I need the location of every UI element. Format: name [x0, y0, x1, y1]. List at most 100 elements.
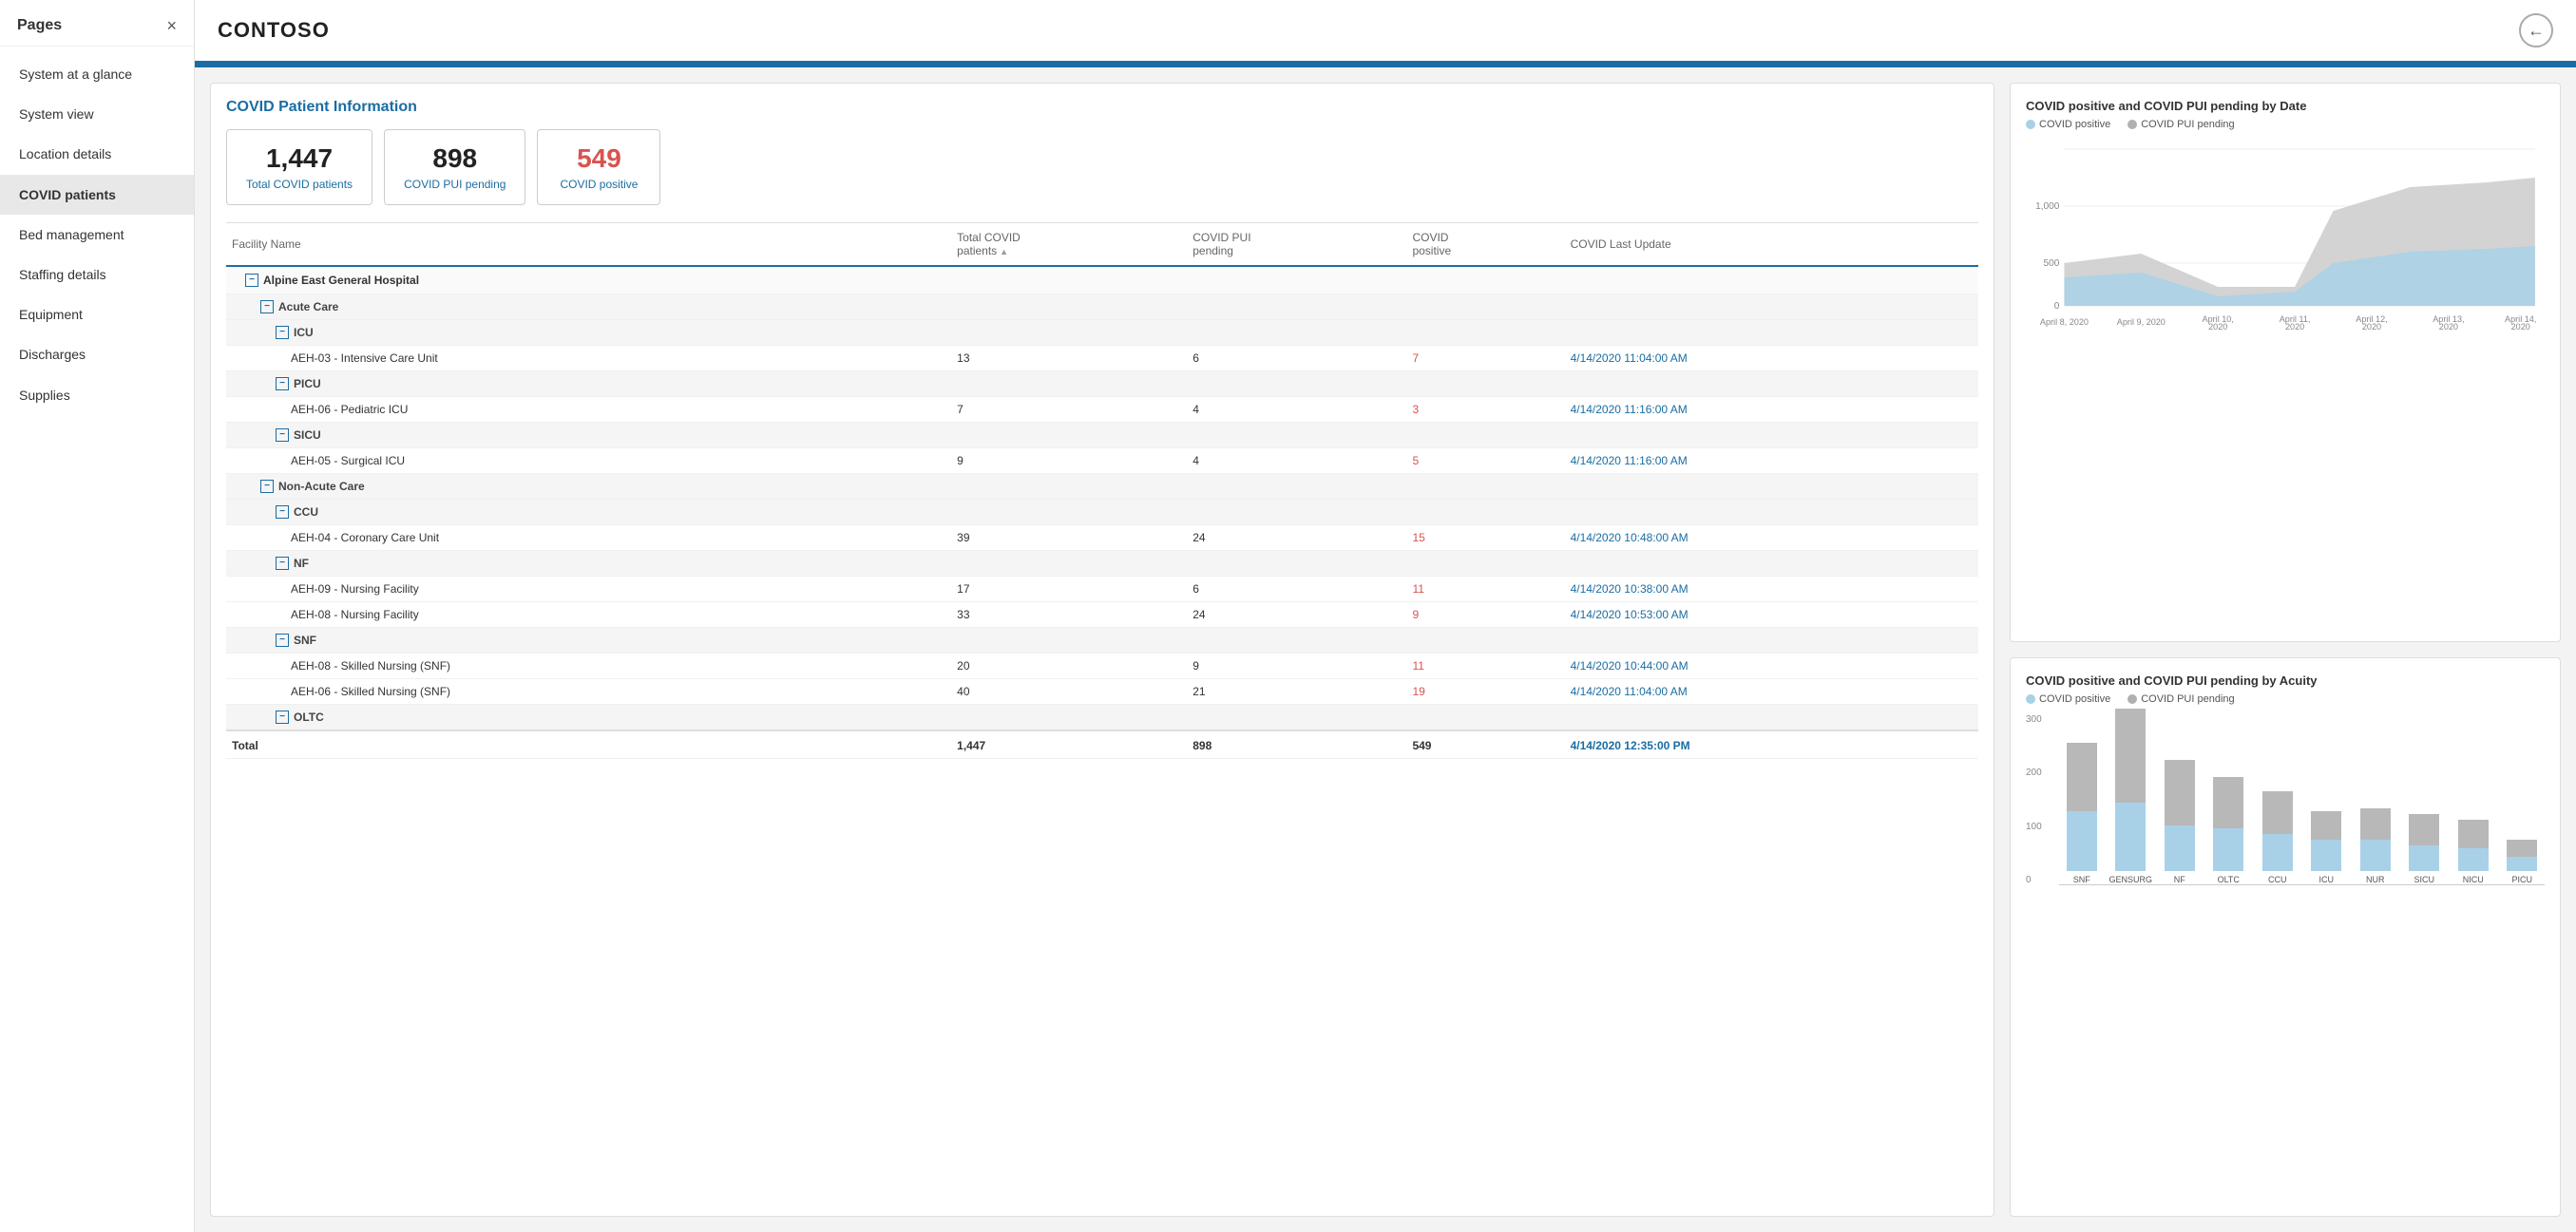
col-positive: COVIDpositive [1406, 223, 1564, 266]
expand-icon[interactable]: − [276, 557, 289, 570]
bar-x-label: SICU [2414, 875, 2434, 884]
expand-icon[interactable]: − [276, 634, 289, 647]
total-label: Total [226, 730, 951, 759]
sidebar-item-covid-patients[interactable]: COVID patients [0, 175, 194, 215]
subgroup2-name: − PICU [226, 371, 1978, 397]
bar-group: NUR [2353, 808, 2398, 884]
stat-pui-number: 898 [404, 143, 506, 174]
col-total-covid: Total COVIDpatients▲ [951, 223, 1187, 266]
bar-x-label: OLTC [2218, 875, 2240, 884]
bar-stack [2409, 814, 2439, 871]
pui-pending: 6 [1187, 346, 1406, 371]
sidebar-item-supplies[interactable]: Supplies [0, 375, 194, 415]
sidebar-close-button[interactable]: × [166, 17, 177, 34]
bar-group: CCU [2255, 791, 2300, 884]
legend-pui-dot [2128, 120, 2137, 129]
section-title: COVID Patient Information [226, 99, 1978, 116]
back-button[interactable]: ← [2519, 13, 2553, 47]
bar-x-label: PICU [2511, 875, 2532, 884]
total-positive: 549 [1406, 730, 1564, 759]
svg-text:April 9, 2020: April 9, 2020 [2117, 317, 2166, 327]
pui-pending: 9 [1187, 654, 1406, 679]
bar-group: ICU [2304, 811, 2350, 884]
svg-text:2020: 2020 [2208, 322, 2227, 330]
pui-pending: 21 [1187, 679, 1406, 705]
bar-chart-title: COVID positive and COVID PUI pending by … [2026, 673, 2545, 688]
sidebar-item-system-glance[interactable]: System at a glance [0, 54, 194, 94]
bar-stack [2360, 808, 2391, 871]
sidebar-item-staffing-details[interactable]: Staffing details [0, 255, 194, 294]
facility-name: AEH-04 - Coronary Care Unit [226, 525, 951, 551]
total-covid: 33 [951, 602, 1187, 628]
area-chart-title: COVID positive and COVID PUI pending by … [2026, 99, 2545, 113]
bar-group: OLTC [2206, 777, 2252, 884]
bar-pui-seg [2360, 808, 2391, 840]
covid-table: Facility Name Total COVIDpatients▲ COVID… [226, 223, 1978, 759]
bar-positive-seg [2115, 803, 2146, 871]
expand-icon[interactable]: − [245, 274, 258, 287]
last-update: 4/14/2020 10:44:00 AM [1565, 654, 1978, 679]
sidebar-nav: System at a glance System view Location … [0, 47, 194, 1232]
table-subgroup-row: − Acute Care [226, 294, 1978, 320]
table-row: AEH-06 - Skilled Nursing (SNF) 40 21 19 … [226, 679, 1978, 705]
bar-pui-seg [2311, 811, 2341, 840]
table-subgroup2-row: − SNF [226, 628, 1978, 654]
facility-name: AEH-08 - Nursing Facility [226, 602, 951, 628]
legend-positive: COVID positive [2026, 119, 2110, 130]
svg-text:0: 0 [2054, 301, 2060, 312]
content-area: COVID Patient Information 1,447 Total CO… [195, 67, 2576, 1232]
expand-icon[interactable]: − [276, 711, 289, 724]
sidebar-item-bed-management[interactable]: Bed management [0, 215, 194, 255]
bar-positive-seg [2067, 811, 2097, 871]
sidebar-item-discharges[interactable]: Discharges [0, 334, 194, 374]
svg-text:2020: 2020 [2511, 322, 2530, 330]
bar-group: SNF [2059, 743, 2105, 884]
bar-chart-legend: COVID positive COVID PUI pending [2026, 693, 2545, 705]
expand-icon[interactable]: − [276, 377, 289, 390]
stat-positive: 549 COVID positive [537, 129, 660, 205]
facility-name: AEH-06 - Skilled Nursing (SNF) [226, 679, 951, 705]
expand-icon[interactable]: − [260, 300, 274, 313]
sidebar-item-equipment[interactable]: Equipment [0, 294, 194, 334]
total-covid: 17 [951, 577, 1187, 602]
legend-pui: COVID PUI pending [2128, 119, 2234, 130]
bar-chart-area: 300 200 100 0 SNF GENSURG NF [2026, 714, 2545, 885]
expand-icon[interactable]: − [260, 480, 274, 493]
svg-text:1,000: 1,000 [2035, 201, 2060, 212]
bar-positive-seg [2311, 840, 2341, 871]
total-covid: 7 [951, 397, 1187, 423]
table-subgroup2-row: − CCU [226, 500, 1978, 525]
expand-icon[interactable]: − [276, 326, 289, 339]
area-chart-svg-wrap: 1,000 500 0 April 8, 2020 April 9, 2020 … [2026, 140, 2545, 330]
covid-table-container[interactable]: Facility Name Total COVIDpatients▲ COVID… [226, 222, 1978, 1201]
bar-pui-seg [2115, 709, 2146, 803]
table-total-row: Total 1,447 898 549 4/14/2020 12:35:00 P… [226, 730, 1978, 759]
expand-icon[interactable]: − [276, 505, 289, 519]
bar-pui-seg [2165, 760, 2195, 825]
bar-x-label: GENSURG [2109, 875, 2152, 884]
expand-icon[interactable]: − [276, 428, 289, 442]
bar-pui-seg [2262, 791, 2293, 834]
pui-pending: 6 [1187, 577, 1406, 602]
legend-pui-label: COVID PUI pending [2141, 119, 2234, 130]
bar-legend-positive-dot [2026, 694, 2035, 704]
y-label-300: 300 [2026, 714, 2042, 725]
area-chart-svg: 1,000 500 0 April 8, 2020 April 9, 2020 … [2026, 140, 2545, 330]
bar-positive-seg [2262, 834, 2293, 871]
facility-name: AEH-08 - Skilled Nursing (SNF) [226, 654, 951, 679]
area-chart-box: COVID positive and COVID PUI pending by … [2010, 83, 2561, 642]
bar-x-label: NICU [2463, 875, 2484, 884]
last-update: 4/14/2020 10:48:00 AM [1565, 525, 1978, 551]
sidebar-item-location-details[interactable]: Location details [0, 134, 194, 174]
stat-positive-label: COVID positive [557, 178, 640, 191]
sidebar-item-system-view[interactable]: System view [0, 94, 194, 134]
last-update: 4/14/2020 11:16:00 AM [1565, 397, 1978, 423]
subgroup-name: − Non-Acute Care [226, 474, 1978, 500]
table-header-row: Facility Name Total COVIDpatients▲ COVID… [226, 223, 1978, 266]
bar-positive-seg [2507, 857, 2537, 871]
left-panel: COVID Patient Information 1,447 Total CO… [210, 83, 1994, 1217]
table-subgroup2-row: − NF [226, 551, 1978, 577]
bar-stack [2115, 709, 2146, 871]
svg-text:500: 500 [2044, 258, 2060, 269]
subgroup2-name: − SNF [226, 628, 1978, 654]
